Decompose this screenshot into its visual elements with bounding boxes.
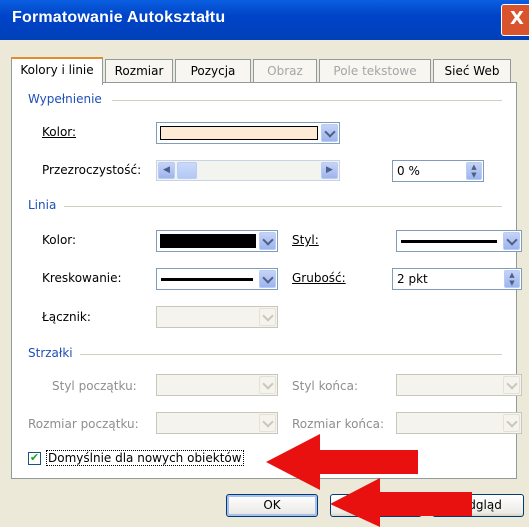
close-button[interactable]: X — [501, 4, 529, 36]
transparency-spinner[interactable]: 0 % ▲ ▼ — [392, 160, 484, 182]
tab-text-box: Pole tekstowe — [319, 59, 431, 82]
annotation-arrow-ok — [330, 478, 472, 527]
connector-label: Łącznik: — [42, 310, 91, 324]
chevron-down-icon[interactable] — [503, 232, 520, 250]
default-checkbox[interactable]: ✔ — [28, 452, 41, 465]
weight-label-text: Grubość: — [292, 271, 346, 285]
line-style-sample — [401, 240, 497, 243]
line-color-label: Kolor: — [42, 233, 77, 247]
transparency-value[interactable]: 0 % — [397, 164, 420, 178]
fill-color-swatch — [160, 126, 318, 140]
slider-thumb[interactable] — [177, 162, 197, 179]
dash-dropdown[interactable] — [156, 268, 278, 290]
ok-button[interactable]: OK — [226, 494, 318, 517]
weight-spinner[interactable]: 2 pkt ▲ ▼ — [392, 268, 522, 290]
chevron-down-icon — [259, 376, 276, 394]
tab-picture: Obraz — [253, 59, 317, 82]
line-color-swatch — [160, 234, 256, 248]
section-divider — [64, 206, 502, 207]
chevron-down-icon[interactable] — [259, 232, 276, 250]
fill-color-dropdown[interactable] — [156, 122, 340, 144]
tab-size[interactable]: Rozmiar — [105, 59, 173, 82]
arrow-left-icon — [330, 478, 472, 527]
connector-dropdown — [156, 306, 278, 328]
scroll-right-icon[interactable]: ▶ — [321, 162, 338, 179]
dash-sample — [161, 278, 253, 281]
end-size-label: Rozmiar końca: — [292, 417, 385, 431]
section-divider — [80, 354, 502, 355]
line-color-dropdown[interactable] — [156, 230, 278, 252]
chevron-down-icon — [503, 414, 520, 432]
weight-value[interactable]: 2 pkt — [397, 272, 428, 286]
spinner-arrows-icon[interactable]: ▲ ▼ — [504, 270, 520, 288]
line-section-title: Linia — [28, 198, 57, 212]
weight-label: Grubość: — [292, 271, 346, 285]
end-style-label: Styl końca: — [292, 379, 359, 393]
section-divider — [112, 100, 502, 101]
end-style-dropdown — [396, 374, 522, 396]
dash-label: Kreskowanie: — [42, 271, 122, 285]
title-bar: Formatowanie Autokształtu X — [0, 0, 529, 40]
chevron-down-icon — [503, 376, 520, 394]
checkmark-icon: ✔ — [29, 451, 40, 464]
window-title: Formatowanie Autokształtu — [12, 9, 226, 26]
line-style-label: Styl: — [292, 233, 319, 247]
scroll-left-icon[interactable]: ◀ — [158, 162, 175, 179]
close-icon: X — [510, 8, 524, 29]
begin-size-dropdown — [156, 412, 278, 434]
begin-style-dropdown — [156, 374, 278, 396]
tab-position[interactable]: Pozycja — [175, 59, 251, 82]
chevron-down-icon[interactable] — [259, 270, 276, 288]
fill-section-title: Wypełnienie — [28, 92, 102, 106]
spinner-arrows-icon[interactable]: ▲ ▼ — [466, 162, 482, 180]
transparency-slider[interactable]: ◀ ▶ — [156, 160, 340, 181]
begin-style-label: Styl początku: — [52, 379, 137, 393]
transparency-label: Przezroczystość: — [42, 163, 142, 177]
chevron-down-icon[interactable] — [321, 124, 338, 142]
line-style-dropdown[interactable] — [396, 230, 522, 252]
tab-web[interactable]: Sieć Web — [433, 59, 511, 82]
line-style-label-text: Styl: — [292, 233, 319, 247]
tab-colors-lines[interactable]: Kolory i linie — [11, 57, 103, 85]
fill-color-label-text: Kolor: — [42, 125, 77, 139]
chevron-down-icon — [259, 308, 276, 326]
arrows-section-title: Strzałki — [28, 346, 73, 360]
fill-color-label: Kolor: — [42, 125, 76, 139]
begin-size-label: Rozmiar początku: — [28, 417, 139, 431]
default-checkbox-label[interactable]: Domyślnie dla nowych obiektów — [46, 450, 244, 466]
